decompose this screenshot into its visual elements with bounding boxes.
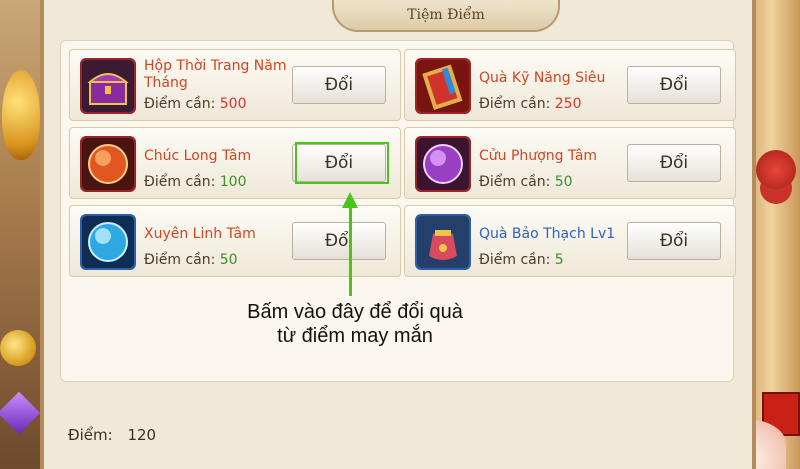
item-name: Quà Bảo Thạch Lv1 [479, 226, 616, 242]
ice-orb-icon [80, 214, 136, 270]
cost-value: 100 [219, 174, 247, 190]
cost-label: Điểm cần: [479, 96, 551, 112]
cost-value: 250 [554, 96, 582, 112]
tutorial-callout: Bấm vào đây để đổi quà từ điểm may mắn [200, 300, 510, 348]
exchange-button[interactable]: Đổi [292, 222, 386, 260]
points-value: 120 [127, 426, 157, 444]
exchange-button[interactable]: Đổi [627, 144, 721, 182]
points-shop-window: Tiệm Điểm Hộp Thời Trang Năm Tháng Điểm … [40, 0, 756, 469]
cost-value: 5 [554, 252, 564, 268]
item-cost: Điểm cần: 100 [144, 174, 247, 190]
shop-item-card: Quà Bảo Thạch Lv1 Điểm cần: 5 Đổi [404, 205, 736, 277]
exchange-button[interactable]: Đổi [627, 66, 721, 104]
fire-orb-icon [80, 136, 136, 192]
item-cost: Điểm cần: 50 [144, 252, 238, 268]
tutorial-arrow-shaft [349, 200, 352, 296]
callout-line-1: Bấm vào đây để đổi quà [247, 301, 463, 323]
red-cloud-decoration [756, 150, 796, 190]
cost-value: 50 [554, 174, 573, 190]
callout-line-2: từ điểm may mắn [277, 325, 433, 347]
tutorial-highlight-box [295, 142, 389, 184]
cost-label: Điểm cần: [144, 252, 216, 268]
item-name: Cửu Phượng Tâm [479, 148, 598, 164]
cost-value: 50 [219, 252, 238, 268]
gem-bag-icon [415, 214, 471, 270]
cost-value: 500 [219, 96, 247, 112]
skill-book-icon [415, 58, 471, 114]
item-cost: Điểm cần: 250 [479, 96, 582, 112]
gold-coin-decoration [0, 330, 36, 366]
item-name: Xuyên Linh Tâm [144, 226, 256, 242]
item-name: Quà Kỹ Năng Siêu [479, 70, 606, 86]
item-cost: Điểm cần: 50 [479, 174, 573, 190]
window-title: Tiệm Điểm [332, 0, 560, 32]
shop-item-card: Quà Kỹ Năng Siêu Điểm cần: 250 Đổi [404, 49, 736, 121]
points-label: Điểm: [68, 426, 113, 444]
purple-gem-decoration [0, 391, 41, 435]
item-cost: Điểm cần: 500 [144, 96, 247, 112]
cost-label: Điểm cần: [479, 174, 551, 190]
exchange-button[interactable]: Đổi [292, 66, 386, 104]
item-name: Hộp Thời Trang Năm Tháng [144, 58, 287, 91]
purple-orb-icon [415, 136, 471, 192]
gourd-decoration [2, 70, 40, 160]
shop-item-card: Cửu Phượng Tâm Điểm cần: 50 Đổi [404, 127, 736, 199]
item-name: Chúc Long Tâm [144, 148, 252, 164]
treasure-chest-icon [80, 58, 136, 114]
cost-label: Điểm cần: [144, 174, 216, 190]
exchange-button[interactable]: Đổi [627, 222, 721, 260]
points-balance: Điểm: 120 [68, 426, 156, 444]
shop-item-card: Hộp Thời Trang Năm Tháng Điểm cần: 500 Đ… [69, 49, 401, 121]
cost-label: Điểm cần: [479, 252, 551, 268]
item-cost: Điểm cần: 5 [479, 252, 564, 268]
cost-label: Điểm cần: [144, 96, 216, 112]
